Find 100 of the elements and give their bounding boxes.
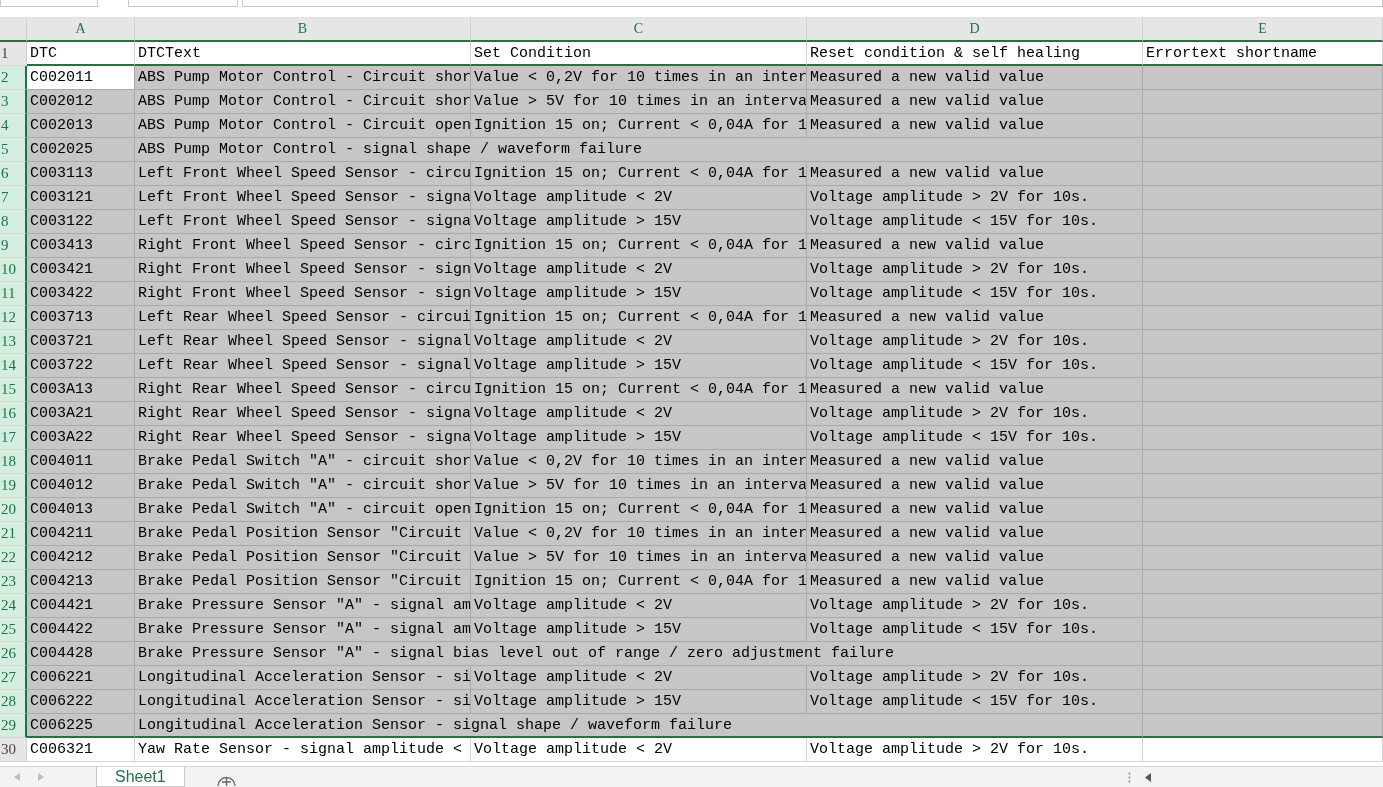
- column-header[interactable]: C: [471, 18, 807, 42]
- row-header[interactable]: 9: [0, 234, 27, 258]
- row-header[interactable]: 5: [0, 138, 27, 162]
- table-cell: Ignition 15 on; Current < 0,04A for 1: [471, 234, 807, 258]
- table-cell: C004012: [27, 474, 135, 498]
- table-cell: Measured a new valid value: [807, 546, 1143, 570]
- formula-field[interactable]: [242, 0, 1383, 7]
- splitter-handle-icon[interactable]: [1128, 771, 1131, 783]
- table-cell: Voltage amplitude < 15V for 10s.: [807, 618, 1143, 642]
- table-cell: Voltage amplitude > 2V for 10s.: [807, 594, 1143, 618]
- table-cell: Measured a new valid value: [807, 474, 1143, 498]
- column-title: Set Condition: [471, 42, 807, 66]
- table-cell: Measured a new valid value: [807, 114, 1143, 138]
- table-cell: Brake Pressure Sensor "A" - signal am: [135, 594, 471, 618]
- row-header[interactable]: 4: [0, 114, 27, 138]
- table-cell: C003A22: [27, 426, 135, 450]
- table-cell: C006221: [27, 666, 135, 690]
- table-cell: Brake Pedal Switch "A" - circuit shor: [135, 474, 471, 498]
- table-cell: Brake Pedal Switch "A" - circuit open: [135, 498, 471, 522]
- table-cell: Right Front Wheel Speed Sensor - sign: [135, 282, 471, 306]
- row-header[interactable]: 24: [0, 594, 27, 618]
- table-cell: Ignition 15 on; Current < 0,04A for 1: [471, 378, 807, 402]
- table-cell: C003A13: [27, 378, 135, 402]
- row-header[interactable]: 16: [0, 402, 27, 426]
- table-cell: Right Rear Wheel Speed Sensor - signa: [135, 402, 471, 426]
- table-cell: C003A21: [27, 402, 135, 426]
- table-cell: Voltage amplitude < 15V for 10s.: [807, 282, 1143, 306]
- table-cell: Left Rear Wheel Speed Sensor - circui: [135, 306, 471, 330]
- table-cell: Voltage amplitude > 2V for 10s.: [807, 258, 1143, 282]
- row-header[interactable]: 15: [0, 378, 27, 402]
- scroll-left-icon[interactable]: [1145, 772, 1151, 782]
- row-header[interactable]: 12: [0, 306, 27, 330]
- table-cell: Brake Pedal Position Sensor "Circuit: [135, 546, 471, 570]
- table-cell: Right Rear Wheel Speed Sensor - signa: [135, 426, 471, 450]
- row-header[interactable]: 23: [0, 570, 27, 594]
- row-header[interactable]: 17: [0, 426, 27, 450]
- row-header[interactable]: 1: [0, 42, 27, 66]
- column-header[interactable]: E: [1143, 18, 1383, 42]
- table-cell: Voltage amplitude > 15V: [471, 426, 807, 450]
- active-cell[interactable]: C002011: [27, 66, 135, 90]
- table-cell: Brake Pedal Switch "A" - circuit shor: [135, 450, 471, 474]
- row-header[interactable]: 14: [0, 354, 27, 378]
- row-header[interactable]: 19: [0, 474, 27, 498]
- table-cell: C003121: [27, 186, 135, 210]
- table-cell: C004013: [27, 498, 135, 522]
- table-cell: C004422: [27, 618, 135, 642]
- row-header[interactable]: 11: [0, 282, 27, 306]
- row-header[interactable]: 26: [0, 642, 27, 666]
- table-cell: Right Front Wheel Speed Sensor - circ: [135, 234, 471, 258]
- table-cell: C003421: [27, 258, 135, 282]
- row-header[interactable]: 18: [0, 450, 27, 474]
- table-cell: Voltage amplitude < 2V: [471, 330, 807, 354]
- table-cell: C004011: [27, 450, 135, 474]
- row-header[interactable]: 20: [0, 498, 27, 522]
- table-cell: C004211: [27, 522, 135, 546]
- row-header[interactable]: 25: [0, 618, 27, 642]
- table-cell: Measured a new valid value: [807, 306, 1143, 330]
- table-cell: ABS Pump Motor Control - Circuit open: [135, 114, 471, 138]
- column-header[interactable]: D: [807, 18, 1143, 42]
- table-cell: Measured a new valid value: [807, 498, 1143, 522]
- row-header[interactable]: 28: [0, 690, 27, 714]
- row-header[interactable]: 29: [0, 714, 27, 738]
- row-header[interactable]: 22: [0, 546, 27, 570]
- column-header[interactable]: B: [135, 18, 471, 42]
- row-header[interactable]: 7: [0, 186, 27, 210]
- select-all-corner[interactable]: [0, 18, 27, 42]
- table-cell: Voltage amplitude > 15V: [471, 354, 807, 378]
- table-cell: Ignition 15 on; Current < 0,04A for 1: [471, 498, 807, 522]
- row-header[interactable]: 2: [0, 66, 27, 90]
- table-cell: Value > 5V for 10 times in an interva: [471, 474, 807, 498]
- column-header[interactable]: A: [27, 18, 135, 42]
- table-cell: Voltage amplitude > 2V for 10s.: [807, 330, 1143, 354]
- table-cell: Brake Pedal Position Sensor "Circuit: [135, 522, 471, 546]
- table-cell: ABS Pump Motor Control - signal shape / waveform failure: [135, 138, 1143, 162]
- function-field[interactable]: [128, 0, 238, 7]
- table-cell: Longitudinal Acceleration Sensor - signal shape / waveform failure: [135, 714, 1143, 738]
- sheet-tab[interactable]: Sheet1: [96, 767, 185, 787]
- row-header[interactable]: 6: [0, 162, 27, 186]
- table-cell: C003722: [27, 354, 135, 378]
- column-title: Errortext shortname: [1143, 42, 1383, 66]
- table-cell: Brake Pressure Sensor "A" - signal am: [135, 618, 471, 642]
- row-header[interactable]: 27: [0, 666, 27, 690]
- table-cell: ABS Pump Motor Control - Circuit shor: [135, 66, 471, 90]
- scroll-right-icon[interactable]: [38, 773, 44, 781]
- row-header[interactable]: 21: [0, 522, 27, 546]
- row-header[interactable]: 8: [0, 210, 27, 234]
- row-header[interactable]: 3: [0, 90, 27, 114]
- table-cell: Ignition 15 on; Current < 0,04A for 1: [471, 306, 807, 330]
- table-cell: Left Front Wheel Speed Sensor - circu: [135, 162, 471, 186]
- table-cell: Voltage amplitude < 15V for 10s.: [807, 354, 1143, 378]
- row-header[interactable]: 13: [0, 330, 27, 354]
- table-cell: Measured a new valid value: [807, 522, 1143, 546]
- table-cell: Ignition 15 on; Current < 0,04A for 1: [471, 570, 807, 594]
- table-cell: Value > 5V for 10 times in an interva: [471, 546, 807, 570]
- row-header[interactable]: 30: [0, 738, 27, 762]
- name-box-field[interactable]: [0, 0, 98, 7]
- column-title: Reset condition & self healing: [807, 42, 1143, 66]
- table-cell: Longitudinal Acceleration Sensor - si: [135, 666, 471, 690]
- table-cell: C002012: [27, 90, 135, 114]
- row-header[interactable]: 10: [0, 258, 27, 282]
